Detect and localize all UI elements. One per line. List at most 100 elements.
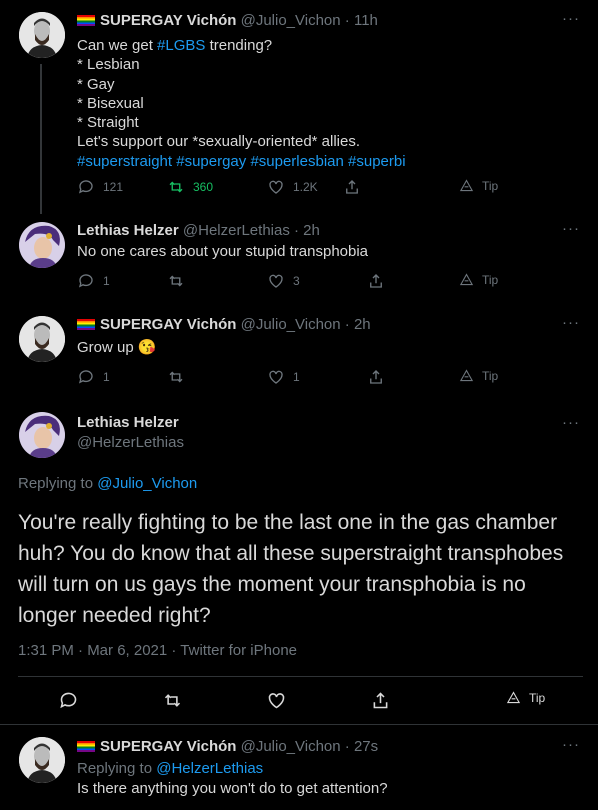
reply-button[interactable]: 1	[77, 368, 110, 386]
tweet-3[interactable]: SUPERGAY Vichón @Julio_Vichon · 2h ··· G…	[0, 304, 598, 400]
timestamp[interactable]: · 2h	[345, 316, 371, 333]
tip-label: Tip	[482, 178, 499, 193]
retweet-button[interactable]	[167, 368, 185, 386]
timestamp[interactable]: · 11h	[345, 12, 378, 29]
share-icon	[373, 692, 388, 709]
timestamp[interactable]: · 2h	[294, 222, 320, 239]
tip-button[interactable]: Tip	[459, 272, 498, 287]
retweet-icon	[169, 181, 183, 193]
tip-icon	[506, 691, 521, 704]
reply-icon	[78, 370, 93, 384]
tweet-text: You're really fighting to be the last on…	[18, 511, 564, 627]
share-icon	[370, 370, 382, 384]
retweet-button[interactable]	[162, 690, 183, 711]
handle[interactable]: @Julio_Vichon	[241, 316, 341, 333]
tweet-text: Is there anything you won't do to get at…	[77, 780, 388, 797]
share-icon	[370, 274, 382, 288]
tweet-5[interactable]: SUPERGAY Vichón @Julio_Vichon · 27s ··· …	[0, 725, 598, 810]
handle[interactable]: @HelzerLethias	[77, 434, 184, 451]
avatar[interactable]	[19, 412, 65, 458]
focused-tweet[interactable]: Lethias Helzer @HelzerLethias ··· Replyi…	[0, 400, 598, 725]
tip-label: Tip	[529, 690, 546, 705]
display-name[interactable]: SUPERGAY Vichón	[100, 316, 236, 333]
display-name[interactable]: Lethias Helzer	[77, 222, 179, 239]
tweet-text: Grow up 😘	[77, 339, 157, 356]
retweet-icon	[169, 371, 183, 383]
display-name[interactable]: Lethias Helzer	[77, 414, 184, 431]
tip-label: Tip	[482, 272, 499, 287]
heart-icon	[269, 370, 283, 384]
tip-button[interactable]: Tip	[459, 178, 498, 193]
like-button[interactable]: 1	[267, 368, 300, 386]
rainbow-flag-icon	[77, 741, 95, 752]
avatar[interactable]	[19, 12, 65, 58]
rainbow-flag-icon	[77, 319, 95, 330]
tip-icon	[459, 179, 474, 192]
retweet-button[interactable]	[167, 272, 185, 290]
tip-button[interactable]: Tip	[459, 368, 498, 383]
avatar[interactable]	[19, 316, 65, 362]
tip-label: Tip	[482, 368, 499, 383]
like-count: 1.2K	[293, 180, 318, 194]
tweet-line: * Lesbian	[77, 56, 140, 74]
more-options-icon[interactable]: ···	[562, 314, 580, 331]
retweet-count: 360	[193, 180, 214, 194]
reply-count: 1	[103, 274, 110, 288]
display-name[interactable]: SUPERGAY Vichón	[100, 12, 236, 29]
like-button[interactable]: 3	[267, 272, 300, 290]
reply-icon	[78, 274, 93, 288]
heart-icon	[269, 274, 283, 288]
replying-to: Replying to @Julio_Vichon	[18, 475, 197, 492]
tip-button[interactable]: Tip	[506, 690, 545, 705]
reply-count: 121	[103, 180, 124, 194]
share-button[interactable]	[370, 690, 391, 711]
retweet-icon	[169, 275, 183, 287]
share-button[interactable]	[343, 178, 361, 196]
handle[interactable]: @Julio_Vichon	[241, 12, 341, 29]
more-options-icon[interactable]: ···	[562, 10, 580, 27]
reply-button[interactable]: 1	[77, 272, 110, 290]
reply-count: 1	[103, 370, 110, 384]
tweet-line: * Gay	[77, 75, 115, 93]
replying-to: Replying to @HelzerLethias	[77, 759, 263, 778]
hashtags[interactable]: #superstraight #supergay #superlesbian #…	[77, 152, 406, 171]
like-button[interactable]: 1.2K	[267, 178, 318, 196]
tweet-line: * Straight	[77, 114, 139, 132]
reply-button[interactable]	[58, 690, 79, 711]
tweet-2[interactable]: Lethias Helzer @HelzerLethias · 2h ··· N…	[0, 208, 598, 304]
reply-icon	[78, 180, 93, 194]
reply-button[interactable]: 121	[77, 178, 123, 196]
share-icon	[346, 180, 358, 194]
avatar[interactable]	[19, 737, 65, 783]
tweet-meta[interactable]: 1:31 PM · Mar 6, 2021 · Twitter for iPho…	[18, 642, 297, 659]
retweet-button[interactable]: 360	[167, 178, 213, 196]
handle[interactable]: @HelzerLethias	[183, 222, 290, 239]
replying-prefix: Replying to	[77, 760, 153, 777]
hashtag-link[interactable]: #LGBS	[157, 37, 205, 54]
replying-to-link[interactable]: @HelzerLethias	[156, 760, 263, 777]
like-button[interactable]	[266, 690, 287, 711]
reply-icon	[60, 692, 77, 709]
replying-to-link[interactable]: @Julio_Vichon	[97, 475, 197, 492]
share-button[interactable]	[367, 272, 385, 290]
rainbow-flag-icon	[77, 15, 95, 26]
more-options-icon[interactable]: ···	[562, 736, 580, 753]
timestamp[interactable]: · 27s	[345, 738, 378, 755]
share-button[interactable]	[367, 368, 385, 386]
tweet-line: Let's support our *sexually-oriented* al…	[77, 133, 361, 151]
display-name[interactable]: SUPERGAY Vichón	[100, 738, 236, 755]
like-count: 1	[293, 370, 300, 384]
heart-icon	[269, 180, 283, 194]
tweet-body: Can we get #LGBS trending? * Lesbian * G…	[77, 36, 406, 171]
more-options-icon[interactable]: ···	[562, 220, 580, 237]
replying-prefix: Replying to	[18, 475, 94, 492]
handle[interactable]: @Julio_Vichon	[241, 738, 341, 755]
tweet-1[interactable]: SUPERGAY Vichón @Julio_Vichon · 11h ··· …	[0, 0, 598, 214]
like-count: 3	[293, 274, 300, 288]
retweet-icon	[164, 694, 181, 707]
avatar[interactable]	[19, 222, 65, 268]
more-options-icon[interactable]: ···	[562, 414, 580, 431]
tip-icon	[459, 369, 474, 382]
tip-icon	[459, 273, 474, 286]
tweet-line: Can we get #LGBS trending?	[77, 37, 273, 54]
